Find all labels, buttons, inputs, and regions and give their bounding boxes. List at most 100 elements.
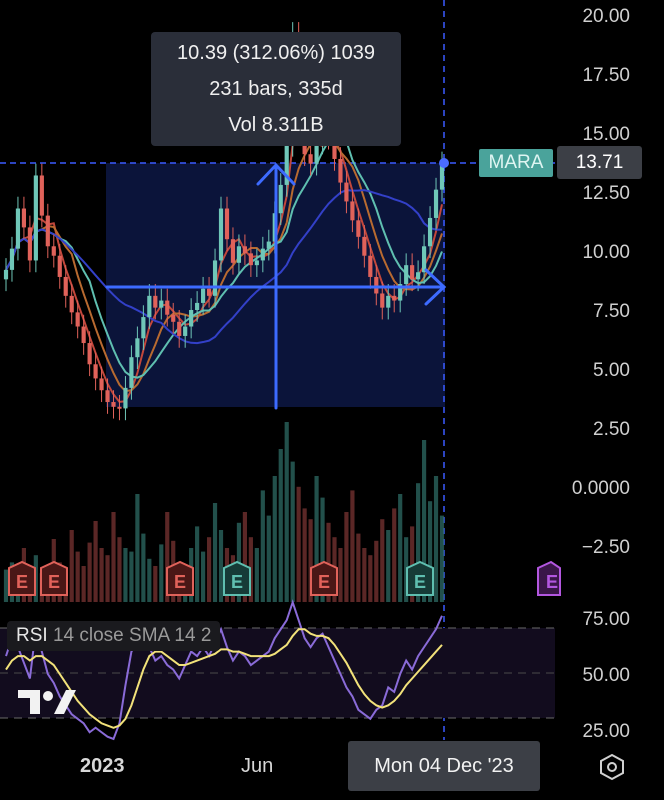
volume-bar: [439, 515, 445, 602]
price-tick-label: 12.50: [582, 183, 630, 204]
candle-body: [416, 272, 421, 280]
earnings-marker-label: E: [48, 572, 60, 592]
candle-body: [93, 364, 98, 379]
candle-body: [230, 239, 236, 263]
candle-body: [404, 265, 409, 285]
candle-body: [177, 321, 182, 336]
candle-body: [386, 295, 391, 308]
candle-body: [81, 326, 86, 344]
candle-body: [87, 343, 92, 365]
price-tick-label: 5.00: [593, 360, 630, 381]
candle-body: [224, 208, 230, 240]
volume-bar: [362, 548, 367, 602]
price-axis: 20.00 17.50 15.00 12.50 10.00 7.50 5.00 2.50 0.0…: [572, 6, 630, 558]
volume-bar: [266, 515, 271, 602]
measure-change: 10.39 (312.06%) 1039: [177, 42, 375, 64]
settings-icon[interactable]: [597, 752, 627, 782]
candle-body: [254, 260, 259, 266]
candle-body: [9, 248, 15, 270]
volume-bar: [147, 558, 152, 602]
candle-body: [147, 295, 152, 318]
volume-bar: [302, 508, 307, 602]
volume-bar: [218, 530, 224, 602]
candle-body: [392, 295, 397, 301]
candle-body: [344, 182, 349, 202]
candle-body: [27, 227, 32, 261]
volume-bar: [433, 476, 439, 602]
candle-body: [195, 302, 200, 310]
x-label-2023: 2023: [80, 755, 125, 777]
candle-body: [218, 208, 224, 261]
earnings-marker-label: E: [231, 572, 243, 592]
candle-body: [183, 326, 188, 336]
measure-tooltip: 10.39 (312.06%) 1039 231 bars, 335d Vol …: [151, 32, 401, 146]
volume-bar: [392, 508, 397, 602]
volume-bar: [350, 490, 355, 602]
earnings-marker-label: E: [16, 572, 28, 592]
candle-body: [57, 255, 62, 277]
earnings-marker-label: E: [546, 572, 558, 592]
candle-body: [45, 215, 50, 247]
candle-body: [242, 246, 247, 254]
candle-body: [362, 236, 367, 256]
price-tick-label: 15.00: [582, 124, 630, 145]
volume-bar: [69, 530, 74, 602]
volume-bar: [75, 551, 80, 602]
candle-body: [39, 175, 44, 216]
candle-body: [189, 310, 194, 327]
ticker-badge: MARA: [479, 149, 553, 177]
volume-bar: [386, 530, 391, 602]
rsi-axis: 75.00 50.00 25.00: [582, 609, 630, 742]
rsi-legend-name: RSI: [16, 625, 48, 646]
candle-body: [99, 378, 104, 391]
volume-bar: [296, 486, 301, 602]
volume-bar: [159, 544, 164, 602]
candle-body: [63, 276, 68, 296]
earnings-marker-label: E: [318, 572, 330, 592]
candle-body: [111, 402, 116, 407]
price-tick-label: 0.0000: [572, 478, 630, 499]
candle-body: [141, 317, 146, 339]
rsi-tick-label: 75.00: [582, 609, 630, 630]
candle-body: [21, 208, 27, 228]
volume-bar: [93, 521, 98, 602]
last-price-badge: 13.71: [557, 146, 642, 179]
candle-body: [153, 295, 158, 308]
price-tick-label: 10.00: [582, 242, 630, 263]
crosshair-date-badge: Mon 04 Dec '23: [348, 741, 540, 791]
x-label-jun: Jun: [241, 755, 274, 777]
volume-bar: [105, 555, 110, 602]
candle-body: [374, 276, 379, 294]
candle-body: [421, 246, 427, 273]
price-tick-label: 17.50: [582, 65, 630, 86]
volume-bar: [254, 548, 259, 602]
candle-body: [380, 293, 385, 308]
volume-bar: [135, 494, 140, 602]
rsi-legend[interactable]: RSI 14 close SMA 14 2: [7, 621, 221, 651]
candle-body: [171, 314, 176, 322]
candle-body: [278, 184, 283, 214]
volume-bar: [123, 548, 128, 602]
volume-bar: [278, 449, 283, 602]
volume-bar: [284, 422, 289, 602]
candle-body: [248, 253, 253, 266]
candle-body: [3, 269, 9, 280]
volume-bar: [344, 512, 349, 602]
candle-body: [51, 246, 56, 256]
candle-body: [165, 300, 170, 315]
volume-bar: [260, 490, 265, 602]
volume-bar: [117, 537, 122, 602]
candle-body: [260, 248, 265, 261]
candle-body: [266, 241, 271, 249]
volume-bar: [81, 566, 86, 602]
price-tick-label: −2.50: [582, 537, 630, 558]
volume-bar: [111, 512, 116, 602]
candle-body: [206, 288, 212, 296]
candle-body: [201, 288, 206, 303]
rsi-legend-params: 14 close SMA 14 2: [52, 625, 212, 646]
candle-body: [427, 217, 433, 247]
candle-body: [15, 208, 21, 249]
earnings-marker-label: E: [174, 572, 186, 592]
volume-bar: [356, 533, 361, 602]
candle-body: [350, 201, 355, 221]
